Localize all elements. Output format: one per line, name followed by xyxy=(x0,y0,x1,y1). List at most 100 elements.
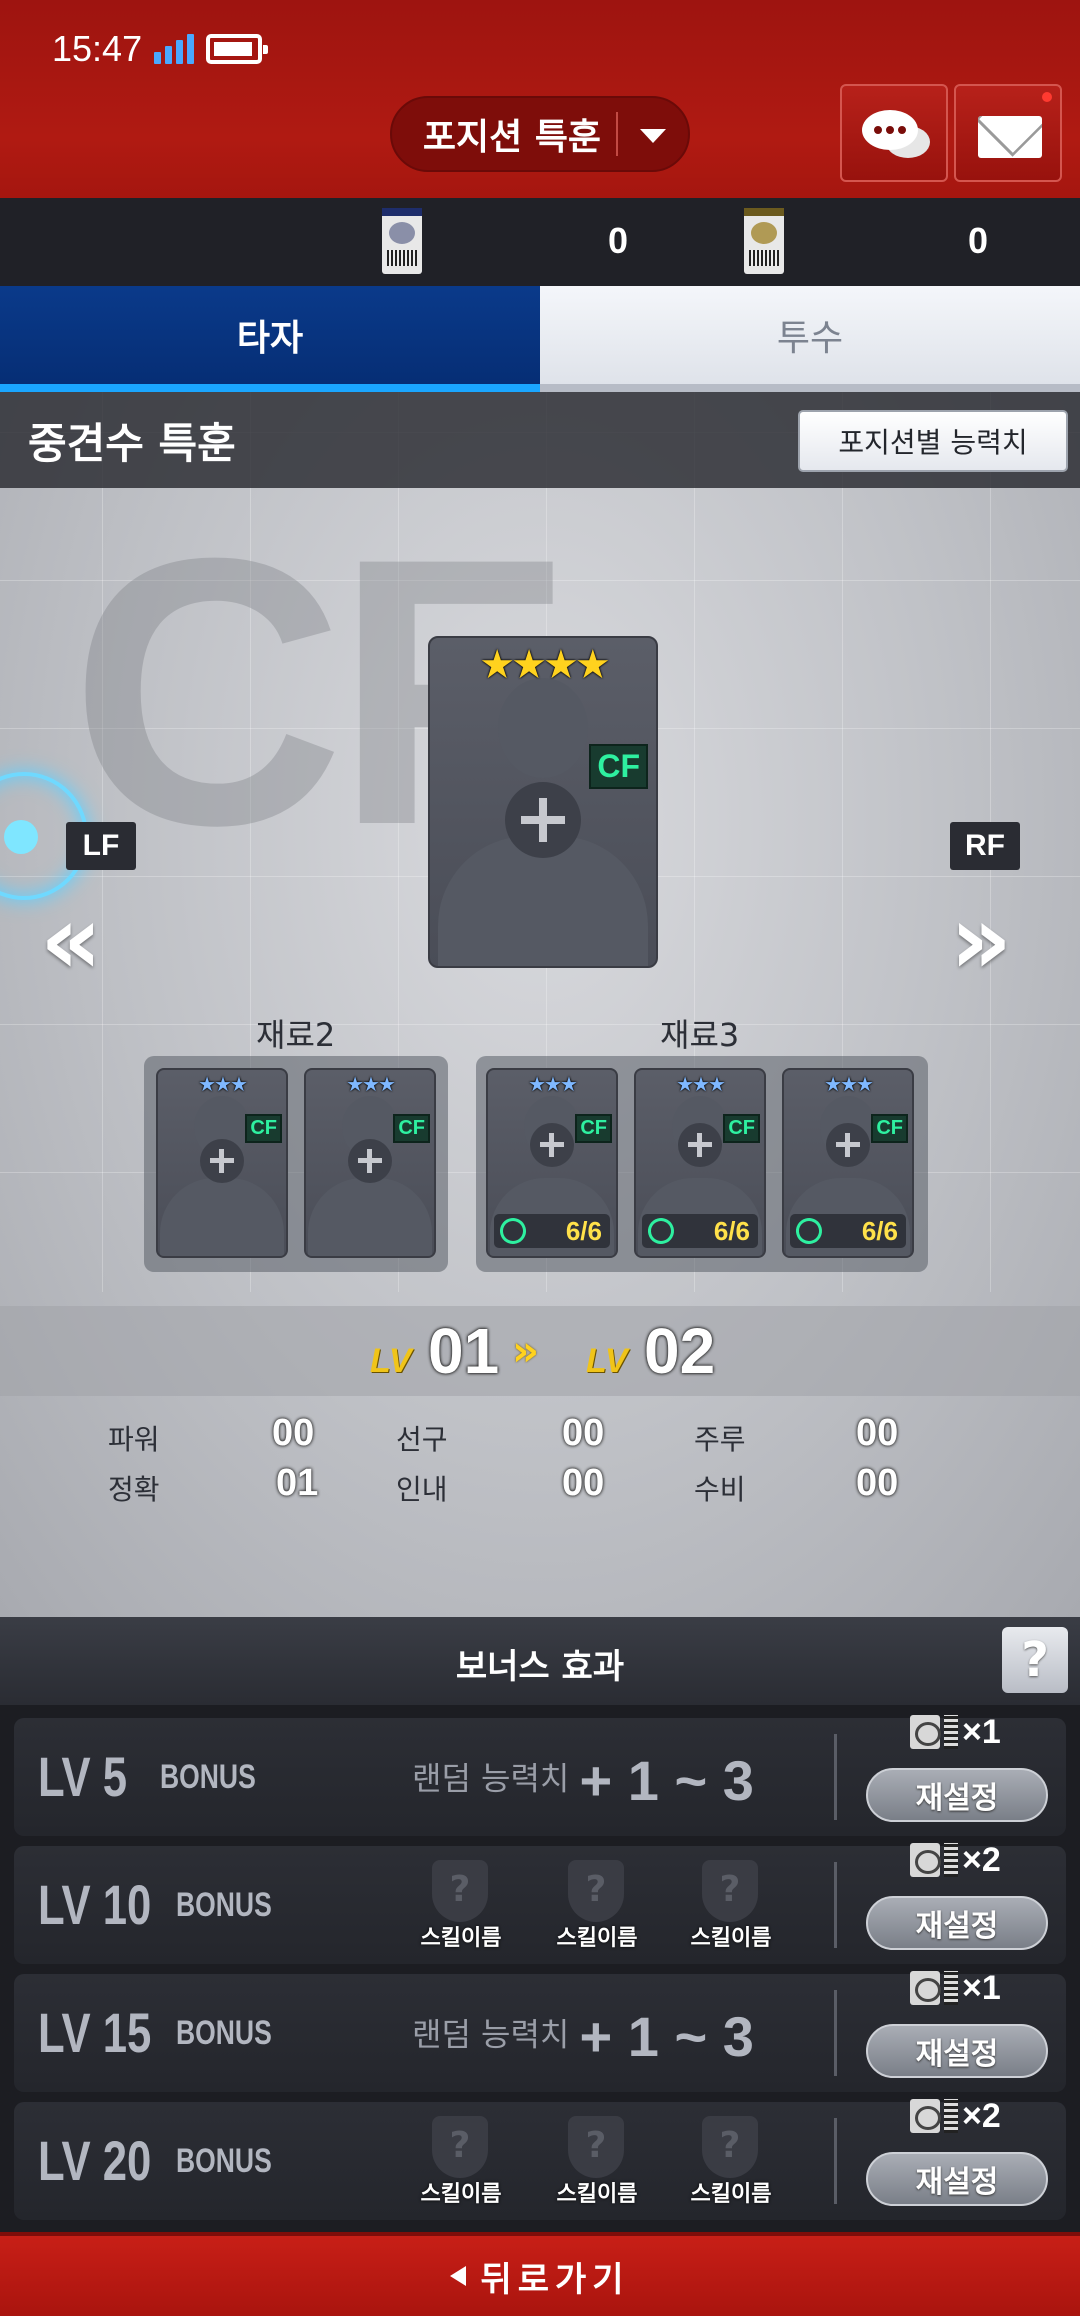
stat-label-accuracy: 정확 xyxy=(108,1473,160,1506)
bonus-word: BONUS xyxy=(176,2014,272,2052)
skill-slot[interactable]: ? 스킬이름 xyxy=(676,1860,786,1951)
status-time: 15:47 xyxy=(52,28,143,69)
material-slot[interactable]: ★★★ CF 6/6 xyxy=(486,1068,618,1258)
add-icon xyxy=(505,782,581,858)
bonus-range: + 1 ~ 3 xyxy=(579,2005,754,2068)
back-button[interactable]: 뒤로가기 xyxy=(0,2232,1080,2316)
stat-value-running: 00 xyxy=(856,1412,899,1454)
tab-batter[interactable]: 타자 xyxy=(0,286,540,392)
bonus-title: 보너스 효과 xyxy=(455,1647,625,1687)
skill-slot[interactable]: ? 스킬이름 xyxy=(406,2116,516,2207)
section-title: 중견수 특훈 xyxy=(28,419,236,468)
material-counter: 6/6 xyxy=(642,1213,758,1249)
right-position-badge: RF xyxy=(950,822,1020,870)
stat-label-running: 주루 xyxy=(694,1423,746,1456)
divider xyxy=(834,2118,837,2204)
skill-slot[interactable]: ? 스킬이름 xyxy=(676,2116,786,2207)
battery-icon xyxy=(206,34,268,64)
stat-value-patience: 00 xyxy=(562,1462,605,1504)
back-button-label: 뒤로가기 xyxy=(480,2259,630,2300)
reset-button[interactable]: 재설정 xyxy=(866,1896,1048,1950)
material-slot[interactable]: ★★★ CF xyxy=(156,1068,288,1258)
reset-cost: ×2 xyxy=(910,2096,1001,2136)
star-rating: ★★★ xyxy=(528,1072,578,1096)
next-level: 02 xyxy=(644,1315,716,1387)
stat-label-defense: 수비 xyxy=(694,1473,746,1506)
material-slot[interactable]: ★★★ CF 6/6 xyxy=(782,1068,914,1258)
level-tag: LV xyxy=(370,1342,412,1380)
reset-button[interactable]: 재설정 xyxy=(866,2152,1048,2206)
bonus-description: 랜덤 능력치 + 1 ~ 3 xyxy=(412,1748,754,1813)
top-header: 15:47 포지션 특훈 xyxy=(0,0,1080,198)
bonus-level: LV 20 xyxy=(38,2129,152,2192)
bonus-level: LV 10 xyxy=(38,1873,152,1936)
bonus-row: LV 5 BONUS 랜덤 능력치 + 1 ~ 3 ×1 재설정 xyxy=(14,1713,1066,1836)
material-slot[interactable]: ★★★ CF xyxy=(304,1068,436,1258)
chevron-down-icon xyxy=(618,98,688,170)
reset-button[interactable]: 재설정 xyxy=(866,1768,1048,1822)
position-badge: CF xyxy=(589,744,648,789)
skill-slot[interactable]: ? 스킬이름 xyxy=(542,2116,652,2207)
material-2-label: 재료2 xyxy=(256,1016,336,1054)
stat-value-accuracy: 01 xyxy=(276,1462,319,1504)
material-3-group: ★★★ CF 6/6 ★★★ CF 6/6 ★★★ CF 6/6 xyxy=(476,1056,928,1272)
mode-dropdown[interactable]: 포지션 특훈 xyxy=(390,96,690,172)
next-position-arrow[interactable]: » xyxy=(950,892,1012,988)
position-badge: CF xyxy=(575,1114,612,1143)
add-icon xyxy=(826,1123,870,1167)
reset-ticket-icon xyxy=(910,2099,941,2133)
unknown-skill-icon: ? xyxy=(568,1860,624,1922)
reset-ticket-icon xyxy=(910,1843,941,1877)
ability-ticket-count: 0 xyxy=(968,220,989,261)
add-icon xyxy=(530,1123,574,1167)
previous-position-arrow[interactable]: « xyxy=(40,892,102,988)
unknown-skill-icon: ? xyxy=(432,1860,488,1922)
bonus-range: + 1 ~ 3 xyxy=(579,1749,754,1812)
material-3-label: 재료3 xyxy=(660,1016,740,1054)
bonus-description: 랜덤 능력치 + 1 ~ 3 xyxy=(412,2004,754,2069)
stat-value-eye: 00 xyxy=(562,1412,605,1454)
reset-ticket-icon xyxy=(910,1715,941,1749)
star-rating: ★★★ xyxy=(198,1072,248,1096)
reset-button[interactable]: 재설정 xyxy=(866,2024,1048,2078)
stat-label-power: 파워 xyxy=(108,1423,160,1456)
mail-icon xyxy=(978,116,1042,158)
divider xyxy=(834,1990,837,2076)
bonus-word: BONUS xyxy=(160,1758,256,1796)
bonus-level: LV 5 xyxy=(38,1745,128,1808)
unknown-skill-icon: ? xyxy=(568,2116,624,2178)
back-arrow-icon xyxy=(450,2266,467,2286)
reset-cost: ×1 xyxy=(910,1712,1001,1752)
role-tabs: 타자 투수 xyxy=(0,286,1080,392)
unknown-skill-icon: ? xyxy=(432,2116,488,2178)
add-icon xyxy=(678,1123,722,1167)
add-icon xyxy=(200,1139,244,1183)
star-rating: ★★★ xyxy=(346,1072,396,1096)
skill-name: 스킬이름 xyxy=(420,1926,502,1951)
skill-name: 스킬이름 xyxy=(690,1926,772,1951)
material-slot[interactable]: ★★★ CF 6/6 xyxy=(634,1068,766,1258)
notification-dot xyxy=(1042,92,1052,102)
mail-button[interactable] xyxy=(954,84,1062,182)
left-position-badge: LF xyxy=(66,822,136,870)
stat-value-defense: 00 xyxy=(856,1462,899,1504)
skill-slot[interactable]: ? 스킬이름 xyxy=(542,1860,652,1951)
star-rating: ★★★ xyxy=(676,1072,726,1096)
main-player-slot[interactable]: ★★★★ CF xyxy=(428,636,658,968)
skill-slot[interactable]: ? 스킬이름 xyxy=(406,1860,516,1951)
material-counter-value: 6/6 xyxy=(713,1215,750,1246)
current-level: 01 xyxy=(428,1315,500,1387)
skill-name: 스킬이름 xyxy=(556,2182,638,2207)
chat-button[interactable] xyxy=(840,84,948,182)
material-counter-value: 6/6 xyxy=(565,1215,602,1246)
material-counter-value: 6/6 xyxy=(861,1215,898,1246)
tab-pitcher[interactable]: 투수 xyxy=(540,286,1080,392)
add-icon xyxy=(348,1139,392,1183)
position-stats-button[interactable]: 포지션별 능력치 xyxy=(798,410,1068,472)
bonus-description-text: 랜덤 능력치 xyxy=(412,1759,570,1798)
position-badge: CF xyxy=(871,1114,908,1143)
bonus-row: LV 20 BONUS ? 스킬이름 ? 스킬이름 ? 스킬이름 ×2 재설정 xyxy=(14,2097,1066,2220)
help-button[interactable]: ? xyxy=(1002,1627,1068,1693)
bonus-level: LV 15 xyxy=(38,2001,152,2064)
bonus-header: 보너스 효과 ? xyxy=(0,1617,1080,1705)
